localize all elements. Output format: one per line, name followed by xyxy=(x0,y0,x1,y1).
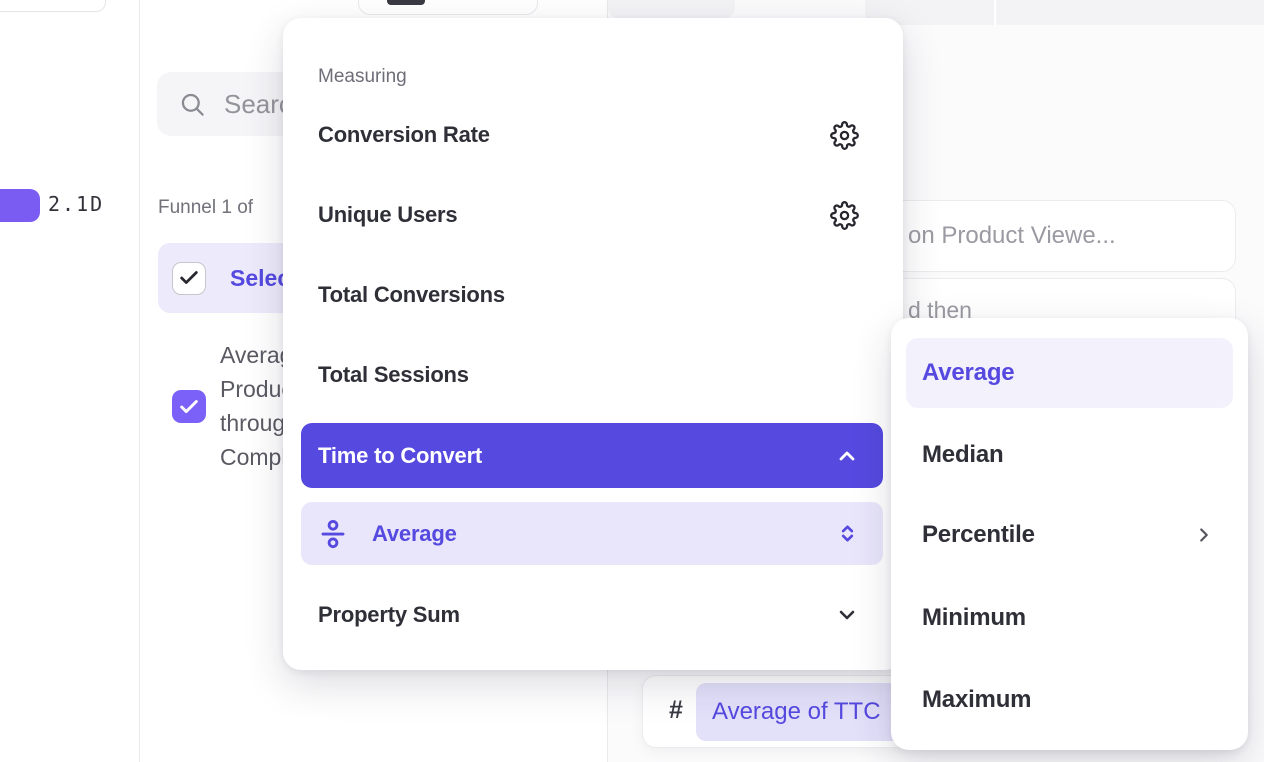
menu-item-label: Property Sum xyxy=(318,602,460,628)
step-checkbox[interactable] xyxy=(172,390,206,423)
menu-item-label: Total Sessions xyxy=(318,362,469,388)
partial-card-top-left xyxy=(0,0,106,12)
menu-item-total-conversions[interactable]: Total Conversions xyxy=(301,263,883,327)
menu-item-label: Time to Convert xyxy=(318,443,482,469)
partial-toolbar-button[interactable] xyxy=(358,0,538,15)
agg-item-minimum[interactable]: Minimum xyxy=(906,586,1233,650)
measuring-menu: Measuring Conversion Rate Unique Users T… xyxy=(283,18,903,670)
menu-item-time-to-convert[interactable]: Time to Convert xyxy=(301,423,883,488)
average-icon xyxy=(318,519,348,549)
agg-item-average[interactable]: Average xyxy=(906,338,1233,408)
agg-item-label: Minimum xyxy=(922,604,1026,632)
agg-item-maximum[interactable]: Maximum xyxy=(906,668,1233,732)
aggregation-menu: Average Median Percentile Minimum Maximu… xyxy=(891,318,1248,750)
menu-item-property-sum[interactable]: Property Sum xyxy=(301,583,883,647)
menu-item-label: Total Conversions xyxy=(318,282,505,308)
chevron-up-icon xyxy=(835,444,859,468)
agg-item-label: Percentile xyxy=(922,521,1035,549)
funnel-count-label: Funnel 1 of xyxy=(158,197,253,219)
funnel-bar-segment[interactable] xyxy=(0,189,40,222)
agg-item-label: Median xyxy=(922,441,1003,469)
agg-item-median[interactable]: Median xyxy=(906,423,1233,487)
menu-item-ttc-average[interactable]: Average xyxy=(301,502,883,565)
numeric-type-symbol: # xyxy=(669,696,683,725)
event-card-label: on Product Viewe... xyxy=(908,222,1116,250)
menu-item-label: Unique Users xyxy=(318,202,457,228)
tab-divider xyxy=(994,0,996,25)
column-divider-left xyxy=(139,0,140,762)
partial-tabs-right[interactable] xyxy=(865,0,1264,25)
toolbar-button-icon xyxy=(387,0,425,5)
chevron-down-icon xyxy=(835,603,859,627)
search-icon xyxy=(179,91,206,118)
agg-item-percentile[interactable]: Percentile xyxy=(906,503,1233,567)
menu-item-label: Average xyxy=(372,521,457,547)
agg-item-label: Maximum xyxy=(922,686,1031,714)
average-of-ttc-dropdown[interactable]: Average of TTC xyxy=(696,683,906,741)
chevron-right-icon xyxy=(1193,524,1215,546)
chevron-updown-icon xyxy=(836,522,859,545)
average-of-ttc-label: Average of TTC xyxy=(712,698,881,726)
menu-item-unique-users[interactable]: Unique Users xyxy=(301,183,883,247)
gear-icon[interactable] xyxy=(830,201,859,230)
measuring-menu-header: Measuring xyxy=(318,66,407,88)
menu-item-label: Conversion Rate xyxy=(318,122,490,148)
partial-tab-left[interactable] xyxy=(608,0,735,18)
select-all-checkbox[interactable] xyxy=(172,262,206,295)
gear-icon[interactable] xyxy=(830,121,859,150)
menu-item-total-sessions[interactable]: Total Sessions xyxy=(301,343,883,407)
menu-item-conversion-rate[interactable]: Conversion Rate xyxy=(301,103,883,167)
funnel-bar-value: 2.1D xyxy=(48,192,104,216)
agg-item-label: Average xyxy=(922,359,1014,387)
